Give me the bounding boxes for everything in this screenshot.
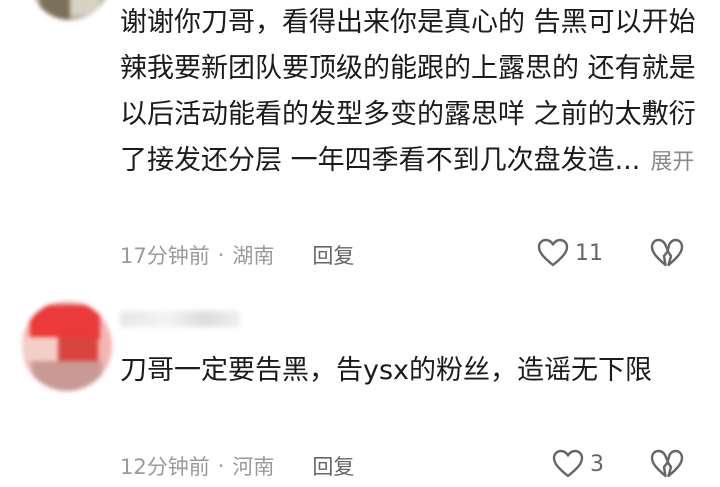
comment-time: 12分钟前	[120, 455, 210, 479]
heart-icon	[537, 238, 569, 267]
like-count: 11	[575, 240, 603, 266]
reply-button[interactable]: 回复	[312, 451, 354, 481]
like-button[interactable]: 11	[537, 238, 603, 268]
comment-item: 谢谢你刀哥，看得出来你是真心的 告黑可以开始辣我要新团队要顶级的能跟的上露思的 …	[0, 0, 720, 285]
comment-location: 湖南	[232, 244, 275, 268]
meta-separator: ·	[217, 454, 225, 478]
avatar[interactable]	[30, 0, 110, 20]
broken-heart-icon	[650, 449, 684, 478]
dislike-button[interactable]	[650, 238, 684, 272]
comment-body: 谢谢你刀哥，看得出来你是真心的 告黑可以开始辣我要新团队要顶级的能跟的上露思的 …	[120, 7, 696, 176]
like-button[interactable]: 3	[552, 449, 604, 479]
comment-location: 河南	[232, 455, 275, 479]
comment-meta: 17分钟前 · 湖南 回复	[120, 240, 354, 270]
meta-separator: ·	[217, 243, 225, 267]
reply-button[interactable]: 回复	[312, 240, 354, 270]
dislike-button[interactable]	[650, 449, 684, 483]
like-count: 3	[590, 451, 604, 477]
comment-body: 刀哥一定要告黑，告ysx的粉丝，造谣无下限	[120, 355, 653, 386]
comment-meta: 12分钟前 · 河南 回复	[120, 451, 354, 481]
avatar[interactable]	[22, 301, 112, 391]
username[interactable]	[120, 311, 240, 327]
comment-text: 刀哥一定要告黑，告ysx的粉丝，造谣无下限	[120, 347, 700, 395]
broken-heart-icon	[650, 238, 684, 267]
comment-text: 谢谢你刀哥，看得出来你是真心的 告黑可以开始辣我要新团队要顶级的能跟的上露思的 …	[120, 0, 700, 186]
comment-item: 刀哥一定要告黑，告ysx的粉丝，造谣无下限 12分钟前 · 河南 回复 3	[0, 285, 720, 487]
expand-link[interactable]: 展开	[650, 150, 694, 175]
comment-time: 17分钟前	[120, 244, 210, 268]
heart-icon	[552, 449, 584, 478]
